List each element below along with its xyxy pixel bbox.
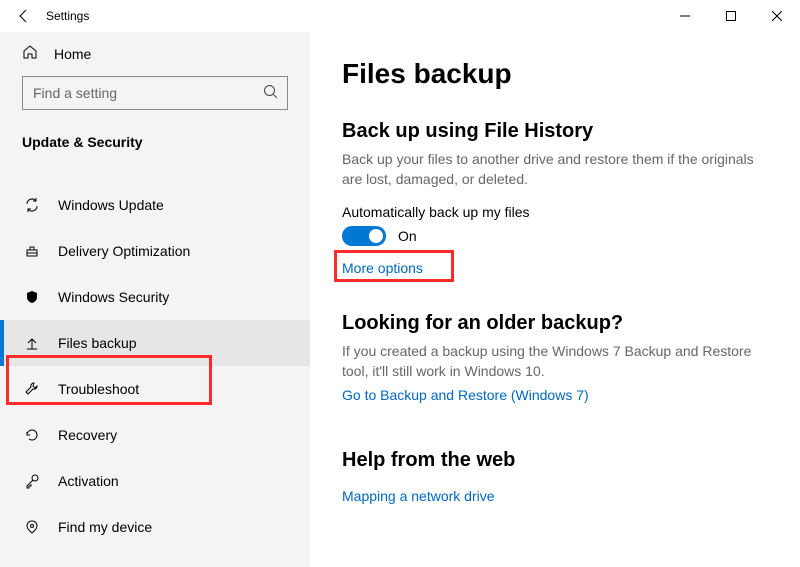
toggle-state-label: On (398, 228, 417, 244)
auto-backup-toggle[interactable] (342, 226, 386, 246)
key-icon (22, 473, 42, 489)
sidebar-item-find-my-device[interactable]: Find my device (0, 504, 310, 550)
sidebar-item-label: Windows Update (58, 197, 164, 213)
backup-icon (22, 335, 42, 351)
sidebar-item-label: Find my device (58, 519, 152, 535)
sidebar-item-label: Windows Security (58, 289, 169, 305)
sidebar-item-files-backup[interactable]: Files backup (0, 320, 310, 366)
content-pane: Files backup Back up using File History … (310, 32, 800, 567)
sidebar-item-label: Delivery Optimization (58, 243, 190, 259)
help-link[interactable]: Mapping a network drive (342, 488, 495, 504)
sidebar-item-troubleshoot[interactable]: Troubleshoot (0, 366, 310, 412)
shield-icon (22, 289, 42, 305)
home-icon (22, 44, 38, 65)
sidebar-item-label: Files backup (58, 335, 137, 351)
search-icon (262, 83, 280, 106)
section-help-title: Help from the web (342, 449, 770, 472)
sidebar-item-home[interactable]: Home (0, 32, 310, 76)
page-title: Files backup (342, 58, 770, 90)
minimize-button[interactable] (662, 0, 708, 32)
sidebar-item-windows-security[interactable]: Windows Security (0, 274, 310, 320)
sidebar-section-header: Update & Security (0, 116, 310, 164)
sidebar-item-label: Home (54, 46, 91, 62)
section-file-history-title: Back up using File History (342, 120, 770, 143)
wrench-icon (22, 381, 42, 397)
section-file-history-body: Back up your files to another drive and … (342, 149, 770, 190)
backup-restore-link[interactable]: Go to Backup and Restore (Windows 7) (342, 387, 589, 403)
sidebar-item-delivery-optimization[interactable]: Delivery Optimization (0, 228, 310, 274)
back-button[interactable] (10, 2, 38, 30)
window-buttons (662, 0, 800, 32)
auto-backup-label: Automatically back up my files (342, 204, 770, 220)
sidebar-item-label: Activation (58, 473, 119, 489)
sidebar-item-recovery[interactable]: Recovery (0, 412, 310, 458)
sidebar-item-label: Troubleshoot (58, 381, 139, 397)
window-title: Settings (46, 9, 89, 23)
sync-icon (22, 197, 42, 213)
search-input[interactable] (22, 76, 288, 110)
search-box[interactable] (22, 76, 288, 110)
sidebar: Home Update & Security Windows Update (0, 32, 310, 567)
sidebar-item-label: Recovery (58, 427, 117, 443)
maximize-button[interactable] (708, 0, 754, 32)
more-options-link[interactable]: More options (342, 260, 423, 276)
section-older-backup-body: If you created a backup using the Window… (342, 341, 770, 382)
section-older-backup-title: Looking for an older backup? (342, 312, 770, 335)
title-bar: Settings (0, 0, 800, 32)
delivery-icon (22, 243, 42, 259)
sidebar-item-activation[interactable]: Activation (0, 458, 310, 504)
sidebar-item-windows-update[interactable]: Windows Update (0, 182, 310, 228)
sidebar-nav: Windows Update Delivery Optimization Win… (0, 164, 310, 550)
location-icon (22, 519, 42, 535)
recovery-icon (22, 427, 42, 443)
close-button[interactable] (754, 0, 800, 32)
